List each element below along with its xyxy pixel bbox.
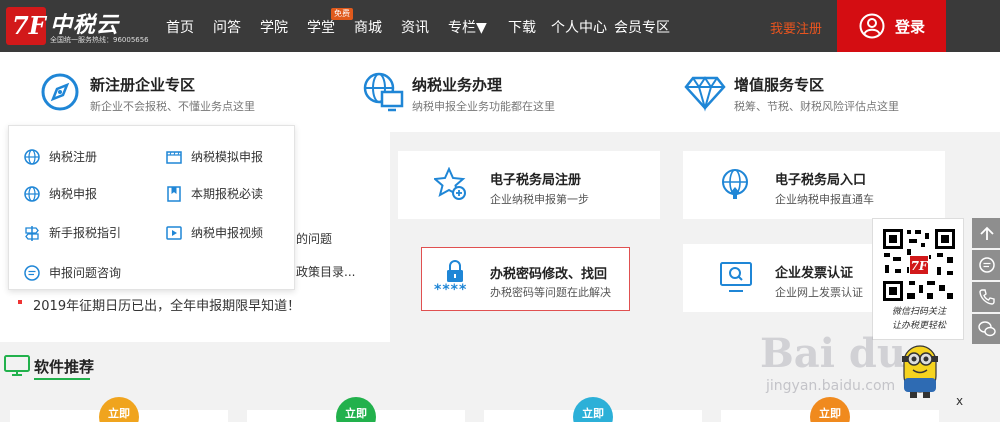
top-nav-bar: 7F 中税云 全国统一服务热线：96005656 首页 问答 学院 学堂 商城 … bbox=[0, 0, 1000, 52]
software-open-badge[interactable]: 立即 bbox=[573, 397, 613, 422]
card-title: 企业发票认证 bbox=[775, 266, 854, 281]
baidu-watermark-url: jingyan.baidu.com bbox=[766, 378, 896, 394]
nav-qa[interactable]: 问答 bbox=[213, 17, 241, 37]
login-button[interactable]: 登录 bbox=[837, 0, 946, 52]
compass-icon bbox=[41, 73, 79, 111]
software-open-badge[interactable]: 立即 bbox=[810, 397, 850, 422]
monitor-icon bbox=[4, 355, 30, 376]
close-mascot-button[interactable]: x bbox=[956, 394, 963, 408]
card-desc: 企业网上发票认证 bbox=[775, 286, 863, 299]
nav-mall[interactable]: 商城 bbox=[354, 17, 382, 37]
logo-mark: 7F bbox=[6, 7, 46, 45]
signpost-icon bbox=[25, 226, 39, 241]
wechat-icon bbox=[978, 321, 996, 337]
zone-tax-business[interactable]: 纳税业务办理 纳税申报全业务功能都在这里 bbox=[362, 52, 622, 132]
diamond-icon bbox=[684, 76, 726, 112]
card-e-tax-entrance[interactable]: 电子税务局入口 企业纳税申报直通车 bbox=[683, 151, 945, 219]
svg-text:7F: 7F bbox=[911, 259, 929, 273]
zone-title: 纳税业务办理 bbox=[412, 76, 503, 94]
nav-member-zone[interactable]: 会员专区 bbox=[614, 17, 670, 37]
film-icon bbox=[166, 151, 182, 164]
phone-icon bbox=[979, 289, 995, 305]
card-e-tax-registration[interactable]: 电子税务局注册 企业纳税申报第一步 bbox=[398, 151, 660, 219]
login-label: 登录 bbox=[895, 18, 926, 36]
lock-icon bbox=[447, 260, 463, 282]
card-desc: 企业纳税申报直通车 bbox=[775, 193, 874, 206]
minion-mascot-icon bbox=[902, 345, 938, 398]
book-icon bbox=[167, 186, 181, 202]
play-icon bbox=[166, 226, 182, 240]
software-open-badge[interactable]: 立即 bbox=[99, 397, 139, 422]
card-desc: 办税密码等问题在此解决 bbox=[490, 286, 611, 299]
software-open-badge[interactable]: 立即 bbox=[336, 397, 376, 422]
baidu-watermark: Bai du bbox=[760, 330, 906, 377]
globe-upload-icon bbox=[722, 169, 748, 199]
logo[interactable]: 7F 中税云 全国统一服务热线：96005656 bbox=[6, 5, 149, 47]
zone-value-added[interactable]: 增值服务专区 税筹、节税、财税风险评估点这里 bbox=[684, 52, 944, 132]
zone-desc: 纳税申报全业务功能都在这里 bbox=[412, 100, 555, 113]
news-item-peek[interactable]: 的问题 bbox=[296, 230, 332, 247]
globe-monitor-icon bbox=[363, 72, 404, 112]
zone-title: 新注册企业专区 bbox=[90, 76, 196, 94]
monitor-search-icon bbox=[720, 262, 752, 292]
card-title: 电子税务局入口 bbox=[775, 173, 867, 188]
logo-hotline: 全国统一服务热线：96005656 bbox=[50, 36, 149, 44]
register-link[interactable]: 我要注册 bbox=[770, 18, 822, 37]
chat-icon bbox=[24, 265, 40, 281]
card-desc: 企业纳税申报第一步 bbox=[490, 193, 589, 206]
star-add-icon bbox=[434, 167, 466, 200]
zone-desc: 税筹、节税、财税风险评估点这里 bbox=[734, 100, 899, 113]
zone-new-enterprise[interactable]: 新注册企业专区 新企业不会报税、不懂业务点这里 bbox=[40, 52, 300, 132]
service-zones: 新注册企业专区 新企业不会报税、不懂业务点这里 纳税业务办理 纳税申报全业务功能… bbox=[0, 52, 1000, 132]
phone-button[interactable] bbox=[972, 282, 1000, 312]
zone-title: 增值服务专区 bbox=[734, 76, 825, 94]
notice-link[interactable]: 2019年征期日历已出，全年申报期限早知道！ bbox=[33, 295, 300, 314]
software-section-title: 软件推荐 bbox=[34, 358, 95, 376]
globe-icon bbox=[24, 186, 40, 202]
nav-columns[interactable]: 专栏▼ bbox=[448, 17, 487, 37]
nav-academy[interactable]: 学院 bbox=[260, 17, 288, 37]
card-password-reset[interactable]: **** 办税密码修改、找回 办税密码等问题在此解决 bbox=[421, 247, 630, 311]
arrow-up-icon bbox=[980, 226, 994, 240]
wechat-qr-panel: 7F 微信扫码关注 让办税更轻松 bbox=[872, 218, 964, 340]
section-underline bbox=[34, 378, 90, 380]
qr-caption: 微信扫码关注 让办税更轻松 bbox=[891, 307, 946, 331]
globe-icon bbox=[24, 149, 40, 165]
free-badge: 免费 bbox=[331, 8, 353, 20]
qr-code: 7F bbox=[881, 227, 957, 303]
zone-desc: 新企业不会报税、不懂业务点这里 bbox=[90, 100, 255, 113]
nav-home[interactable]: 首页 bbox=[166, 17, 194, 37]
nav-download[interactable]: 下载 bbox=[508, 17, 536, 37]
news-item-peek[interactable]: 政策目录... bbox=[296, 263, 355, 280]
wechat-button[interactable] bbox=[972, 314, 1000, 344]
new-enterprise-dropdown: 纳税注册 纳税模拟申报 纳税申报 本期报税必读 新手报税指引 纳税申报视频 申报… bbox=[8, 125, 295, 290]
nav-personal-center[interactable]: 个人中心 bbox=[551, 17, 607, 37]
chat-bubble-icon bbox=[979, 257, 995, 273]
back-to-top-button[interactable] bbox=[972, 218, 1000, 248]
nav-news[interactable]: 资讯 bbox=[401, 17, 429, 37]
card-title: 电子税务局注册 bbox=[490, 173, 582, 188]
notice-bullet bbox=[18, 300, 22, 304]
card-title: 办税密码修改、找回 bbox=[490, 267, 608, 282]
user-icon bbox=[859, 13, 885, 39]
password-stars: **** bbox=[434, 282, 468, 298]
nav-classroom[interactable]: 学堂 bbox=[307, 17, 335, 37]
message-button[interactable] bbox=[972, 250, 1000, 280]
